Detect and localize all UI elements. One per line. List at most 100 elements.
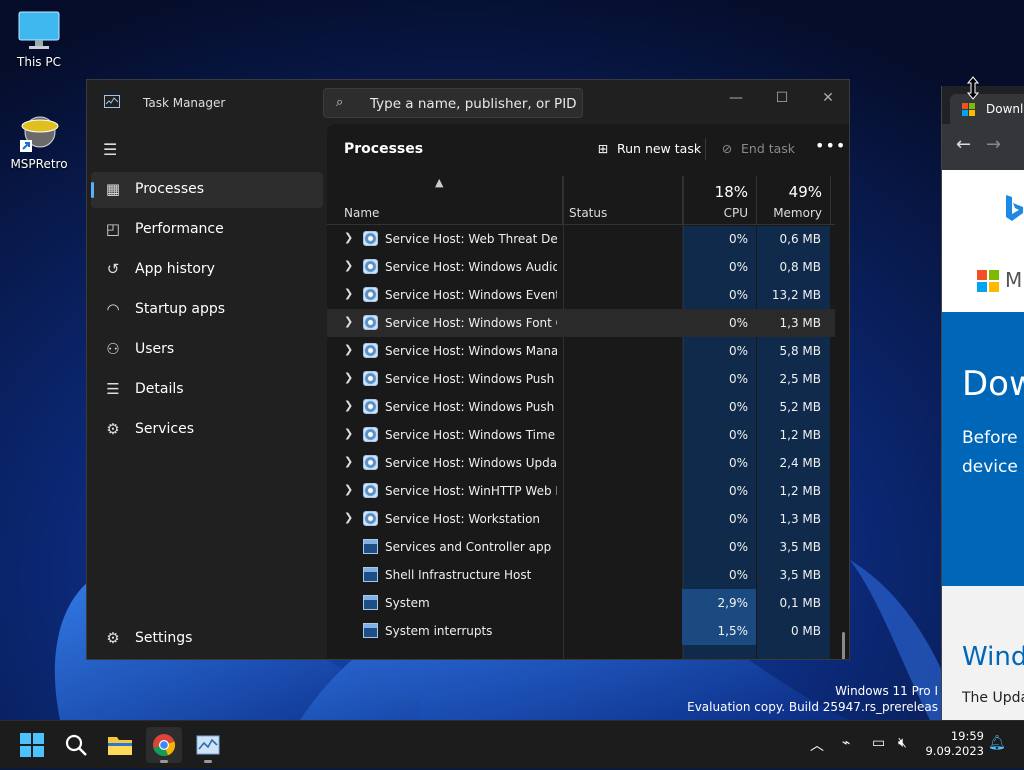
- search-button[interactable]: [58, 727, 94, 763]
- sidebar-item-performance[interactable]: ◰ Performance: [91, 212, 323, 248]
- table-row[interactable]: ❯ Service Host: WinHTTP Web P... 0% 1,2 MB: [327, 477, 835, 505]
- column-label: Memory: [773, 206, 822, 220]
- process-icon: [363, 567, 378, 582]
- search-input[interactable]: [368, 93, 578, 115]
- end-task-label: End task: [741, 141, 796, 156]
- processes-panel: Processes ⊞ Run new task ⊘ End task ••• ▲ …: [327, 124, 849, 659]
- browser-tab[interactable]: Downlo: [950, 94, 1024, 124]
- sidebar: ☰ ▦ Processes ◰ Performance ↺ App histor…: [87, 124, 327, 659]
- table-row[interactable]: ❯ Service Host: Windows Manag... 0% 5,8 MB: [327, 337, 835, 365]
- chevron-right-icon[interactable]: ❯: [344, 371, 353, 384]
- run-new-task-label: Run new task: [617, 141, 702, 156]
- desktop-icon-label: This PC: [17, 55, 61, 69]
- desktop-icon-this-pc[interactable]: This PC: [4, 10, 74, 69]
- minimize-button[interactable]: —: [713, 84, 759, 112]
- table-row[interactable]: ❯ Service Host: Windows Push ... 0% 5,2 MB: [327, 393, 835, 421]
- process-icon: [363, 595, 378, 610]
- chevron-right-icon[interactable]: ❯: [344, 427, 353, 440]
- chevron-right-icon[interactable]: ❯: [344, 511, 353, 524]
- table-row[interactable]: ❯ Service Host: Windows Font C... 0% 1,3 MB: [327, 309, 835, 337]
- chrome-button[interactable]: [146, 727, 182, 763]
- cpu-value: 0%: [728, 484, 748, 498]
- table-row[interactable]: System interrupts 1,5% 0 MB: [327, 617, 835, 645]
- table-row[interactable]: ❯ Service Host: Windows Time 0% 1,2 MB: [327, 421, 835, 449]
- task-manager-app-icon: [104, 95, 120, 108]
- chevron-right-icon[interactable]: ❯: [344, 231, 353, 244]
- memory-value: 1,2 MB: [779, 428, 821, 442]
- task-manager-taskbar-button[interactable]: [190, 727, 226, 763]
- process-name: Service Host: Windows Event ...: [385, 288, 557, 302]
- column-header-memory[interactable]: 49% Memory: [757, 176, 831, 224]
- sidebar-item-label: Details: [135, 381, 184, 397]
- column-label: Name: [344, 206, 380, 220]
- start-button[interactable]: [14, 727, 50, 763]
- table-row[interactable]: ❯ Service Host: Windows Audio ... 0% 0,8 MB: [327, 253, 835, 281]
- sidebar-item-label: Settings: [135, 630, 193, 646]
- cpu-value: 0%: [728, 344, 748, 358]
- windows-logo-icon: [20, 733, 44, 757]
- process-name: Service Host: Windows Font C...: [385, 316, 557, 330]
- column-header-status[interactable]: Status: [563, 176, 683, 224]
- memory-value: 0,6 MB: [779, 232, 821, 246]
- more-options-icon[interactable]: •••: [815, 136, 846, 155]
- file-explorer-button[interactable]: [102, 727, 138, 763]
- process-icon: [363, 455, 378, 470]
- chevron-right-icon[interactable]: ❯: [344, 287, 353, 300]
- chevron-up-icon[interactable]: ︿: [810, 735, 824, 755]
- maximize-button[interactable]: ☐: [759, 84, 805, 112]
- network-disconnected-icon[interactable]: ⌁: [842, 735, 850, 751]
- display-icon[interactable]: ▭: [872, 735, 885, 751]
- close-button[interactable]: ✕: [805, 84, 849, 112]
- table-row[interactable]: ❯ Service Host: Windows Update 0% 2,4 MB: [327, 449, 835, 477]
- notification-bell-icon[interactable]: 🔔︎: [988, 735, 1006, 751]
- sidebar-item-settings[interactable]: ⚙ Settings: [91, 621, 323, 657]
- process-icon: [363, 539, 378, 554]
- chrome-icon: [153, 734, 176, 757]
- browser-tab-title: Downlo: [986, 102, 1024, 116]
- memory-value: 0,8 MB: [779, 260, 821, 274]
- column-header-name[interactable]: Name: [327, 176, 563, 224]
- table-row[interactable]: ❯ Service Host: Web Threat Defe... 0% 0,6 M…: [327, 225, 835, 253]
- table-row[interactable]: Shell Infrastructure Host 0% 3,5 MB: [327, 561, 835, 589]
- desktop-icon-mspretro[interactable]: MSPRetro: [4, 112, 74, 171]
- cpu-value: 1,5%: [682, 617, 756, 645]
- chevron-right-icon[interactable]: ❯: [344, 399, 353, 412]
- end-task-button[interactable]: ⊘ End task: [719, 138, 795, 160]
- hamburger-menu-icon[interactable]: ☰: [103, 140, 117, 159]
- chevron-right-icon[interactable]: ❯: [344, 259, 353, 272]
- chevron-right-icon[interactable]: ❯: [344, 343, 353, 356]
- sidebar-item-app-history[interactable]: ↺ App history: [91, 252, 323, 288]
- cpu-value: 0%: [728, 232, 748, 246]
- chevron-right-icon[interactable]: ❯: [344, 315, 353, 328]
- chevron-right-icon[interactable]: ❯: [344, 483, 353, 496]
- volume-muted-icon[interactable]: 🔇︎: [898, 735, 907, 751]
- sidebar-item-processes[interactable]: ▦ Processes: [91, 172, 323, 208]
- table-row[interactable]: ❯ Service Host: Windows Event ... 0% 13,2 M…: [327, 281, 835, 309]
- evaluation-watermark: Evaluation copy. Build 25947.rs_prerelea…: [687, 700, 938, 714]
- process-icon: [363, 427, 378, 442]
- sidebar-item-label: App history: [135, 261, 215, 277]
- forward-arrow-icon[interactable]: →: [986, 134, 1001, 155]
- cpu-value: 0%: [728, 372, 748, 386]
- column-header-cpu[interactable]: 18% CPU: [683, 176, 757, 224]
- chevron-right-icon[interactable]: ❯: [344, 455, 353, 468]
- table-row[interactable]: Services and Controller app 0% 3,5 MB: [327, 533, 835, 561]
- sidebar-item-services[interactable]: ⚙ Services: [91, 412, 323, 448]
- active-indicator: [91, 182, 94, 198]
- sidebar-item-users[interactable]: ⚇ Users: [91, 332, 323, 368]
- table-row[interactable]: System 2,9% 0,1 MB: [327, 589, 835, 617]
- hero-section: Dow Before u device i: [942, 312, 1024, 586]
- vertical-scrollbar[interactable]: [842, 632, 845, 659]
- sidebar-item-details[interactable]: ☰ Details: [91, 372, 323, 408]
- search-box[interactable]: ⌕: [323, 88, 583, 118]
- back-arrow-icon[interactable]: ←: [956, 134, 971, 155]
- process-name: Service Host: Web Threat Defe...: [385, 232, 557, 246]
- run-new-task-button[interactable]: ⊞ Run new task: [595, 138, 701, 160]
- table-row[interactable]: ❯ Service Host: Workstation 0% 1,3 MB: [327, 505, 835, 533]
- sidebar-item-startup-apps[interactable]: ◠ Startup apps: [91, 292, 323, 328]
- title-bar[interactable]: Task Manager ⌕ — ☐ ✕: [87, 80, 849, 124]
- table-row[interactable]: ❯ Service Host: Windows Push ... 0% 2,5 MB: [327, 365, 835, 393]
- clock[interactable]: 19:59 9.09.2023: [918, 729, 984, 759]
- memory-value: 13,2 MB: [771, 288, 821, 302]
- bing-logo-icon: [1006, 195, 1023, 221]
